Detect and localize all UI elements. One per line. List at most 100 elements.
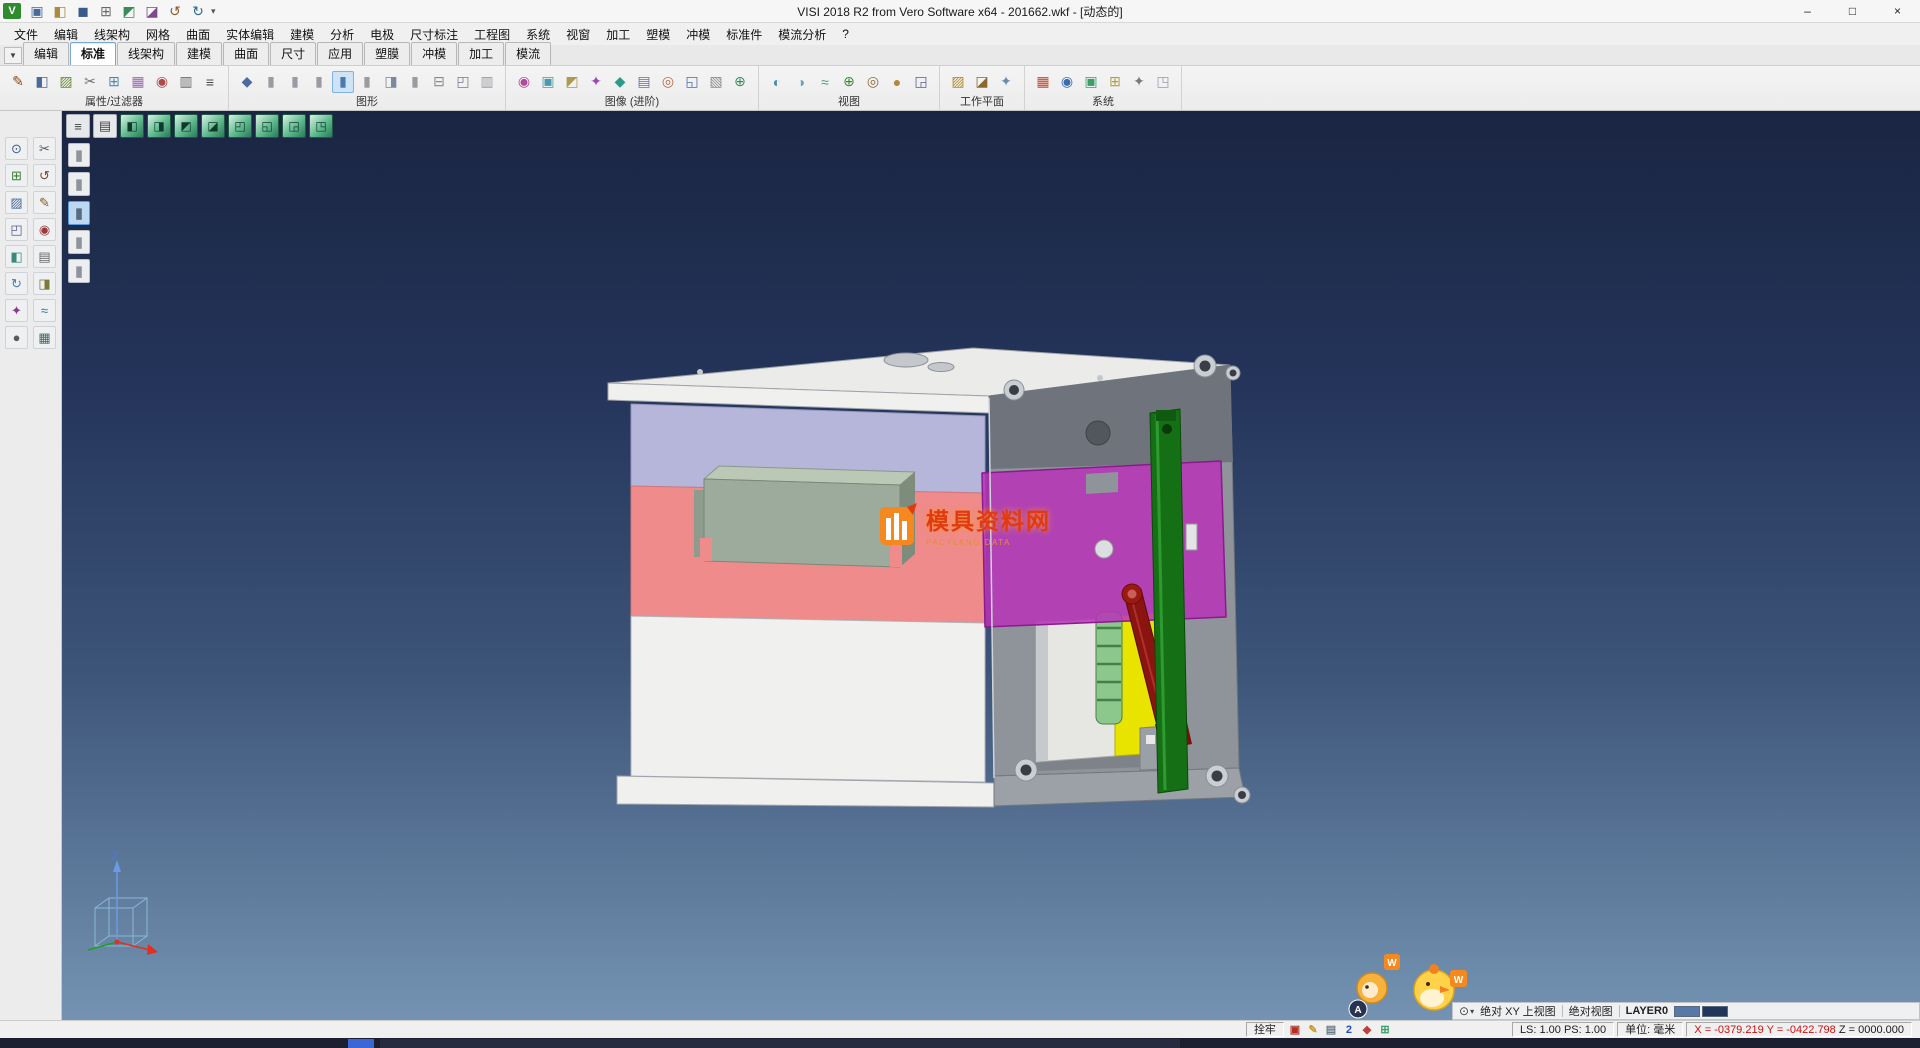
quickbar-caret-icon[interactable]: ▾ (211, 6, 216, 17)
graphics-icon-10[interactable]: ▥ (476, 71, 498, 93)
system-icon-5[interactable]: ◳ (1152, 71, 1174, 93)
graphics-icon-7[interactable]: ▮ (404, 71, 426, 93)
section-icon[interactable]: ◨ (33, 272, 56, 295)
properties-filters-icon-4[interactable]: ⊞ (103, 71, 125, 93)
image-advanced-icon-3[interactable]: ✦ (585, 71, 607, 93)
lock-toggle[interactable]: 拴牢 (1246, 1022, 1284, 1037)
image-advanced-icon-4[interactable]: ◆ (609, 71, 631, 93)
system-icon-2[interactable]: ▣ (1080, 71, 1102, 93)
system-icon-3[interactable]: ⊞ (1104, 71, 1126, 93)
tab-2[interactable]: 线架构 (117, 42, 175, 65)
tab-8[interactable]: 冲模 (411, 42, 457, 65)
redo-icon[interactable]: ↻ (187, 0, 209, 22)
properties-filters-icon-7[interactable]: ▥ (175, 71, 197, 93)
tab-10[interactable]: 模流 (505, 42, 551, 65)
tab-4[interactable]: 曲面 (223, 42, 269, 65)
tab-3[interactable]: 建模 (176, 42, 222, 65)
menubar-item-18[interactable]: ? (834, 24, 857, 44)
wave-icon[interactable]: ≈ (33, 299, 56, 322)
view-cube-4-icon[interactable]: ◪ (201, 114, 225, 138)
current-view-label[interactable]: 绝对 XY 上视图 (1480, 1003, 1556, 1019)
image-advanced-icon-6[interactable]: ◎ (657, 71, 679, 93)
solid-mode-2-icon[interactable]: ▮ (68, 172, 90, 196)
view-cube-2-icon[interactable]: ◨ (147, 114, 171, 138)
tab-7[interactable]: 塑膜 (364, 42, 410, 65)
graphics-icon-4[interactable]: ▮ (332, 71, 354, 93)
views-icon-5[interactable]: ● (886, 71, 908, 93)
properties-filters-icon-0[interactable]: ✎ (7, 71, 29, 93)
edit-icon[interactable]: ✎ (33, 191, 56, 214)
point-icon[interactable]: ◉ (33, 218, 56, 241)
solid-mode-4-icon[interactable]: ▮ (68, 230, 90, 254)
menubar-item-16[interactable]: 标准件 (718, 23, 770, 46)
properties-filters-icon-8[interactable]: ≡ (199, 71, 221, 93)
system-icon-0[interactable]: ▦ (1032, 71, 1054, 93)
viewbar-list-icon[interactable]: ≡ (66, 114, 90, 138)
rotate-icon[interactable]: ↺ (33, 164, 56, 187)
tab-9[interactable]: 加工 (458, 42, 504, 65)
image-advanced-icon-5[interactable]: ▤ (633, 71, 655, 93)
open-icon[interactable]: ◧ (49, 0, 71, 22)
viewport-3d[interactable]: ≡▤◧◨◩◪◰◱◲◳ ▮▮▮▮▮ (62, 111, 1920, 1020)
graphics-icon-9[interactable]: ◰ (452, 71, 474, 93)
status-pen-icon[interactable]: ✎ (1305, 1022, 1321, 1038)
menubar-item-15[interactable]: 冲模 (678, 23, 718, 46)
views-icon-6[interactable]: ◲ (910, 71, 932, 93)
mesh-icon[interactable]: ▦ (33, 326, 56, 349)
undo-icon[interactable]: ↺ (164, 0, 186, 22)
taskbar-window-button[interactable] (380, 1039, 1180, 1048)
close-button[interactable]: × (1875, 0, 1920, 22)
status-red-icon[interactable]: ▣ (1287, 1022, 1303, 1038)
dot-icon[interactable]: ● (5, 326, 28, 349)
workplane-icon-0[interactable]: ▨ (947, 71, 969, 93)
views-icon-1[interactable]: ◑ (790, 71, 812, 93)
views-icon-0[interactable]: ◐ (766, 71, 788, 93)
view-cube-7-icon[interactable]: ◲ (282, 114, 306, 138)
maximize-button[interactable]: □ (1830, 0, 1875, 22)
properties-filters-icon-2[interactable]: ▨ (55, 71, 77, 93)
menubar-item-12[interactable]: 视窗 (558, 23, 598, 46)
solid-mode-1-icon[interactable]: ▮ (68, 143, 90, 167)
graphics-icon-6[interactable]: ◨ (380, 71, 402, 93)
views-icon-4[interactable]: ◎ (862, 71, 884, 93)
graphics-icon-1[interactable]: ▮ (260, 71, 282, 93)
view-cube-6-icon[interactable]: ◱ (255, 114, 279, 138)
graphics-icon-5[interactable]: ▮ (356, 71, 378, 93)
graphics-icon-8[interactable]: ⊟ (428, 71, 450, 93)
view-cube-1-icon[interactable]: ◧ (120, 114, 144, 138)
spark-icon[interactable]: ✦ (5, 299, 28, 322)
views-icon-3[interactable]: ⊕ (838, 71, 860, 93)
layer-color-swatch-0[interactable] (1674, 1006, 1700, 1017)
save-icon[interactable]: ◼ (72, 0, 94, 22)
properties-filters-icon-3[interactable]: ✂ (79, 71, 101, 93)
minimize-button[interactable]: – (1785, 0, 1830, 22)
view-cube-8-icon[interactable]: ◳ (309, 114, 333, 138)
tab-dropdown-icon[interactable]: ▼ (4, 47, 22, 64)
image-advanced-icon-0[interactable]: ◉ (513, 71, 535, 93)
solid-mode-5-icon[interactable]: ▮ (68, 259, 90, 283)
tab-5[interactable]: 尺寸 (270, 42, 316, 65)
workplane-icon-2[interactable]: ✦ (995, 71, 1017, 93)
frame-icon[interactable]: ◰ (5, 218, 28, 241)
layer-color-swatch-1[interactable] (1702, 1006, 1728, 1017)
menubar-item-13[interactable]: 加工 (598, 23, 638, 46)
active-layer-label[interactable]: LAYER0 (1626, 1005, 1668, 1017)
status-book-icon[interactable]: ▤ (1323, 1022, 1339, 1038)
graphics-icon-0[interactable]: ◆ (236, 71, 258, 93)
solid-mode-3-icon[interactable]: ▮ (68, 201, 90, 225)
tab-1[interactable]: 标准 (70, 42, 116, 65)
tab-0[interactable]: 编辑 (23, 42, 69, 65)
system-icon-4[interactable]: ✦ (1128, 71, 1150, 93)
view-cube-3-icon[interactable]: ◩ (174, 114, 198, 138)
menubar-item-17[interactable]: 模流分析 (770, 23, 834, 46)
image-advanced-icon-1[interactable]: ▣ (537, 71, 559, 93)
properties-filters-icon-1[interactable]: ◧ (31, 71, 53, 93)
properties-filters-icon-5[interactable]: ▦ (127, 71, 149, 93)
graphics-icon-2[interactable]: ▮ (284, 71, 306, 93)
absolute-view-label[interactable]: 绝对视图 (1569, 1003, 1613, 1019)
image-advanced-icon-9[interactable]: ⊕ (729, 71, 751, 93)
half-view-icon[interactable]: ◧ (5, 245, 28, 268)
workplane-icon-1[interactable]: ◪ (971, 71, 993, 93)
select-icon[interactable]: ⊙ (5, 137, 28, 160)
image-advanced-icon-8[interactable]: ▧ (705, 71, 727, 93)
